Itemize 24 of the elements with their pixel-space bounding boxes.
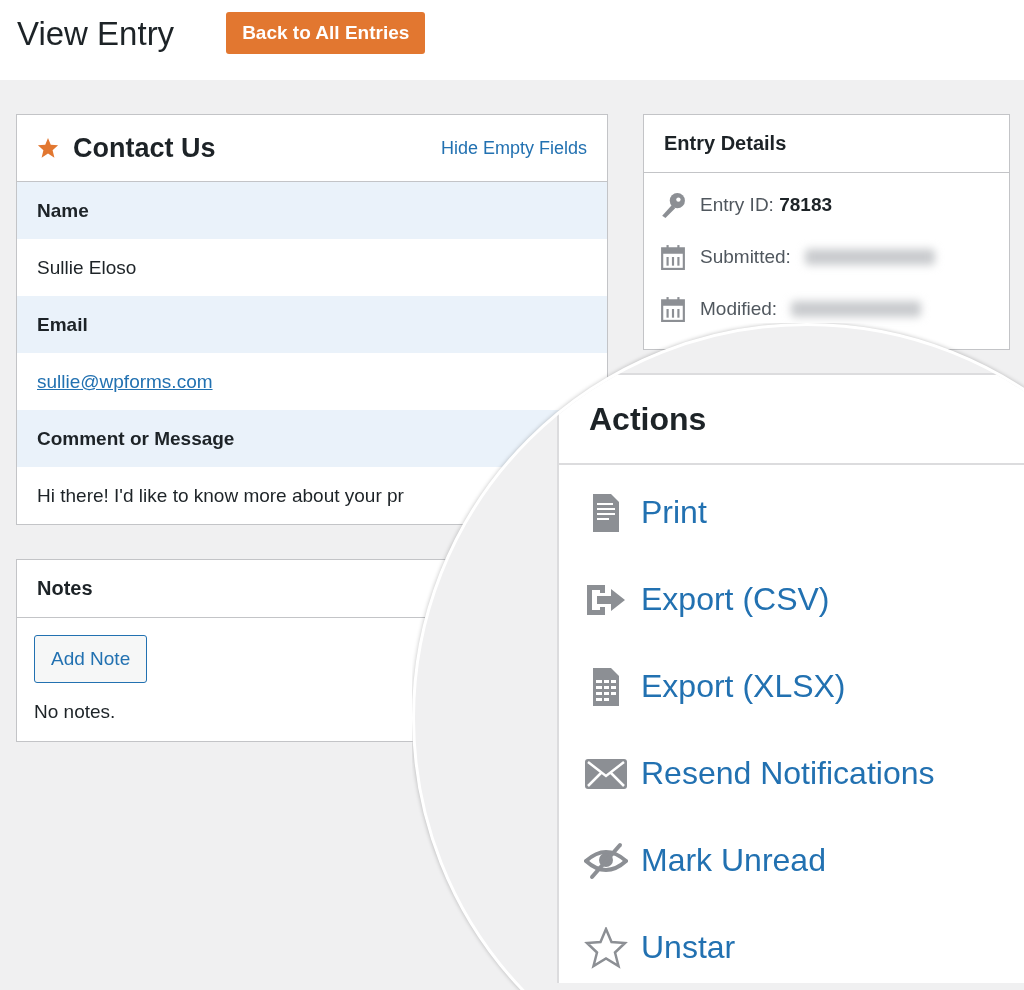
back-button[interactable]: Back to All Entries xyxy=(226,12,426,54)
date-label: Modified: xyxy=(700,298,778,320)
field-label: Name xyxy=(37,199,89,222)
entry-id-text: Entry ID: 78183 xyxy=(700,194,833,216)
panel-title: Entry Details xyxy=(664,132,787,155)
panel-title: Notes xyxy=(37,577,93,600)
field-label: Email xyxy=(37,313,88,336)
action-link[interactable]: Unstar xyxy=(641,929,736,966)
page-title: View Entry xyxy=(17,15,175,53)
action-link[interactable]: Mark Unread xyxy=(641,842,826,879)
action-link[interactable]: Resend Notifications xyxy=(641,755,935,792)
field-value: Hi there! I'd like to know more about your pr xyxy=(37,485,404,507)
field-label: Comment or Message xyxy=(37,427,235,450)
form-title: Contact Us xyxy=(73,132,217,164)
field-value: Sullie Eloso xyxy=(37,257,137,279)
action-link[interactable]: Export (CSV) xyxy=(641,581,830,618)
action-link[interactable]: Print xyxy=(641,494,707,531)
email-link[interactable]: sullie@wpforms.com xyxy=(37,371,213,393)
action-link[interactable]: Export (XLSX) xyxy=(641,668,846,705)
empty-notes-text: No notes. xyxy=(34,701,117,723)
add-note-button[interactable]: Add Note xyxy=(34,635,148,683)
date-label: Submitted: xyxy=(700,246,791,268)
panel-title: Actions xyxy=(589,400,707,438)
hide-empty-fields-link[interactable]: Hide Empty Fields xyxy=(440,137,587,159)
